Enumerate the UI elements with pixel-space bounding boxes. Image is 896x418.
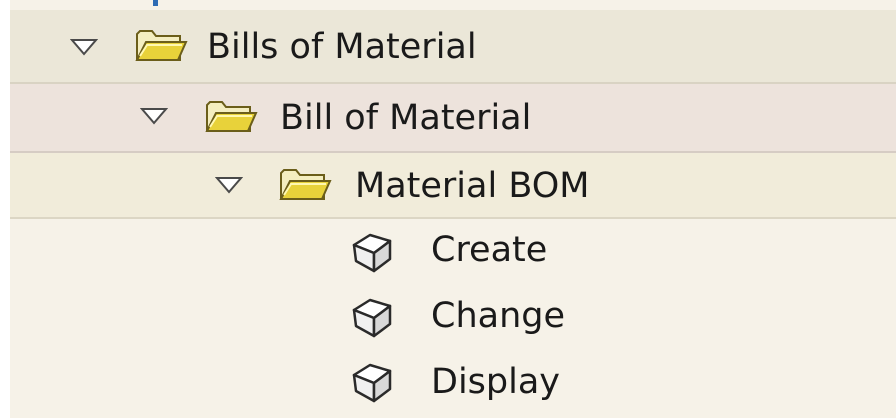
- tree-node-bill-of-material[interactable]: Bill of Material: [10, 84, 896, 153]
- folder-open-icon: [205, 101, 258, 132]
- tree-node-change[interactable]: Change: [10, 285, 896, 351]
- tree-connector-mark: [153, 0, 158, 6]
- tree-node-material-bom[interactable]: Material BOM: [10, 153, 896, 219]
- tree-node-label: Create: [431, 230, 548, 270]
- left-border: [0, 0, 10, 418]
- top-strip: [10, 0, 896, 10]
- tree-node-create[interactable]: Create: [10, 219, 896, 285]
- folder-open-icon: [135, 30, 188, 61]
- expand-triangle-icon[interactable]: [140, 107, 168, 125]
- tree-node-label: Material BOM: [355, 166, 590, 206]
- tree-node-label: Change: [431, 296, 566, 336]
- cube-icon: [352, 363, 392, 403]
- tree-node-label: Display: [431, 362, 561, 402]
- sap-menu-tree: Bills of Material Bill of Material Mater…: [0, 0, 896, 418]
- tree-node-label: Bills of Material: [207, 27, 477, 67]
- cube-icon: [352, 233, 392, 273]
- expand-triangle-icon[interactable]: [215, 176, 243, 194]
- expand-triangle-icon[interactable]: [70, 38, 98, 56]
- tree-node-label: Bill of Material: [280, 98, 532, 138]
- folder-open-icon: [279, 169, 332, 200]
- cube-icon: [352, 298, 392, 338]
- tree-node-bills-of-material[interactable]: Bills of Material: [10, 10, 896, 84]
- tree-node-display[interactable]: Display: [10, 351, 896, 418]
